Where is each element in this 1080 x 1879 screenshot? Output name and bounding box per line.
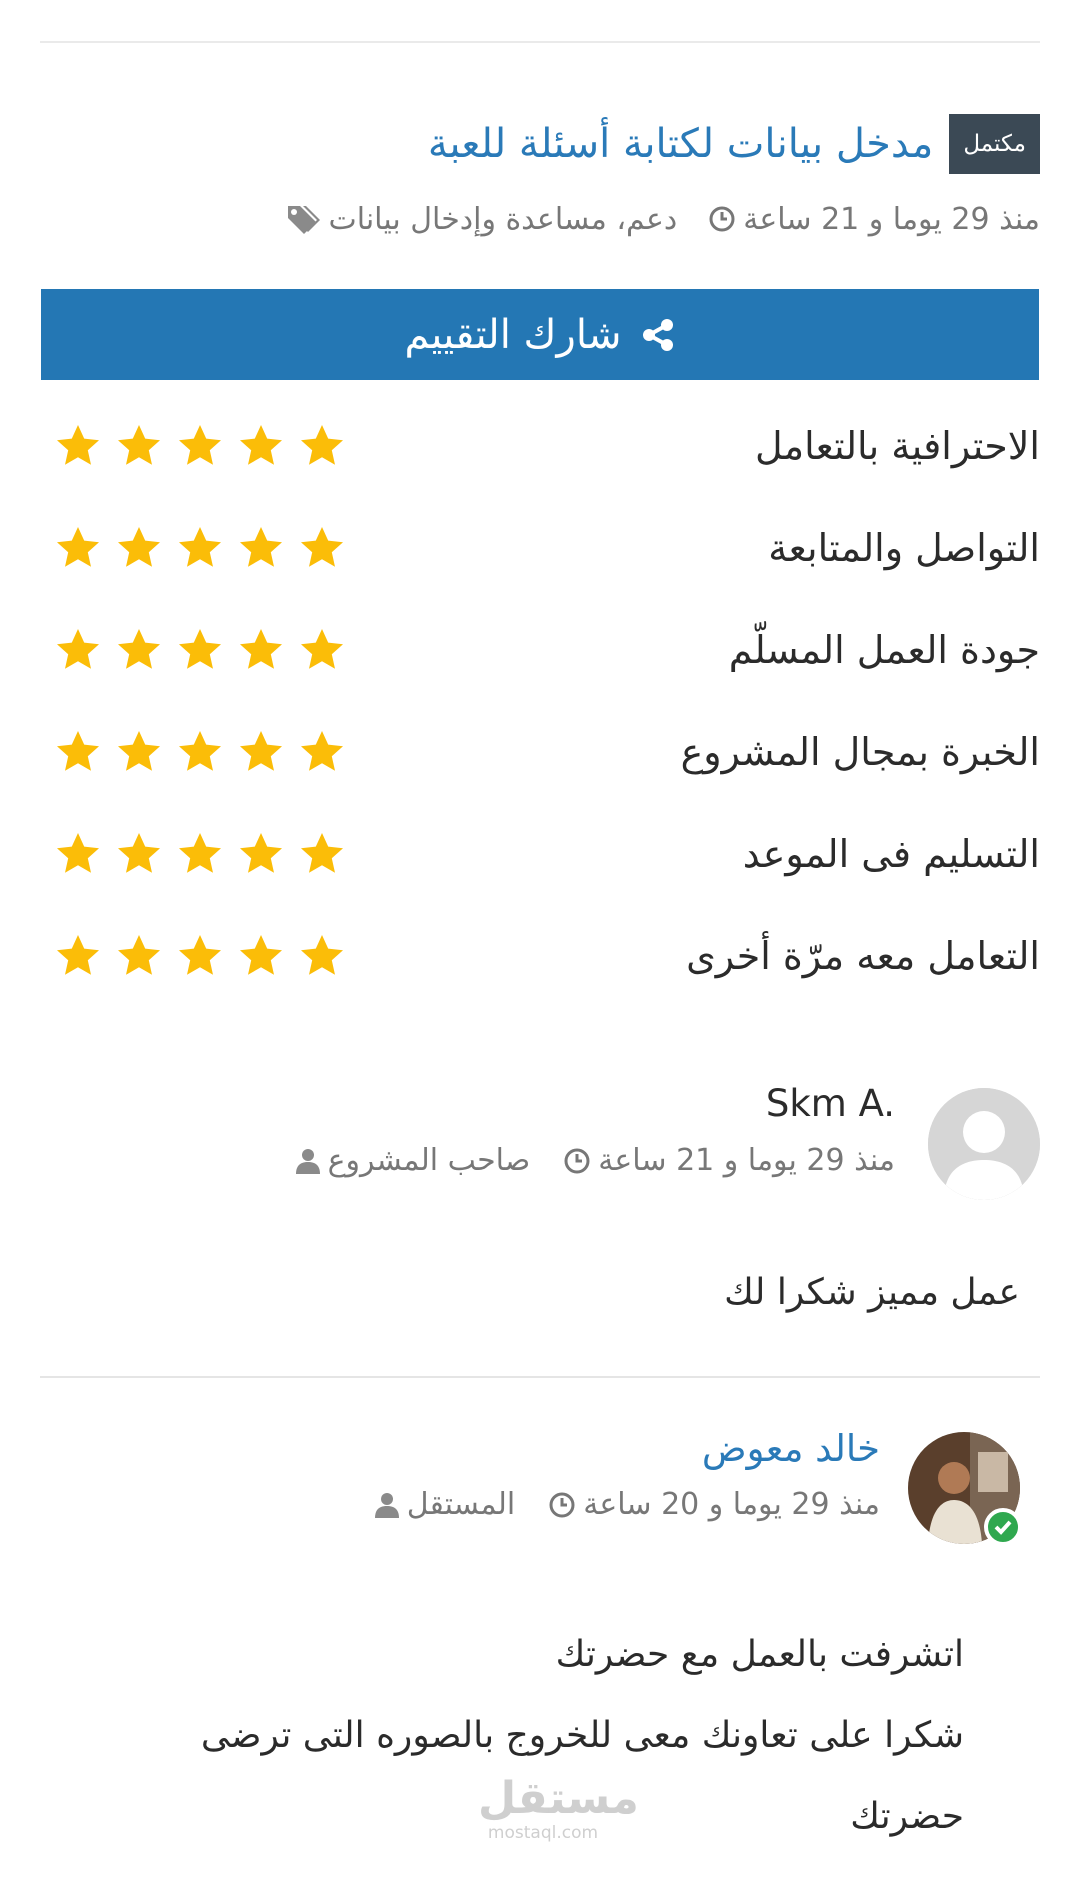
star-icon [179, 527, 221, 567]
rating-row: التعامل معه مرّة أخرى [40, 916, 1040, 996]
role-text: المستقل [406, 1487, 516, 1522]
star-icon [118, 629, 160, 669]
share-label: شارك التقييم [404, 311, 622, 358]
avatar[interactable] [908, 1432, 1022, 1546]
star-icon [301, 731, 343, 771]
rating-row: التواصل والمتابعة [40, 508, 1040, 588]
time-text: منذ 29 يوما و 20 ساعة [583, 1487, 880, 1522]
star-icon [179, 935, 221, 975]
watermark-arabic: مستقل [478, 1773, 639, 1824]
star-icon [57, 935, 99, 975]
comment-line: شكرا على تعاونك معى للخروج بالصوره التى … [200, 1715, 964, 1756]
time-text: منذ 29 يوما و 21 ساعة [598, 1143, 895, 1178]
star-rating [40, 422, 346, 470]
star-icon [301, 425, 343, 465]
star-icon [118, 731, 160, 771]
user-icon [295, 1148, 320, 1174]
watermark-latin: mostaql.com [487, 1823, 599, 1843]
star-icon [57, 425, 99, 465]
commenter-role: المستقل [374, 1487, 516, 1522]
rating-label: التواصل والمتابعة [768, 526, 1040, 570]
star-rating [40, 728, 346, 776]
rating-row: الاحترافية بالتعامل [40, 406, 1040, 486]
clock-icon [709, 206, 735, 232]
comment-meta: صاحب المشروع منذ 29 يوما و 21 ساعة [295, 1143, 895, 1178]
star-icon [301, 527, 343, 567]
star-rating [40, 524, 346, 572]
comment-time: منذ 29 يوما و 21 ساعة [564, 1143, 895, 1178]
share-rating-button[interactable]: شارك التقييم [41, 289, 1039, 380]
commenter-role: صاحب المشروع [295, 1143, 531, 1178]
comment-body: عمل مميز شكرا لك [724, 1272, 1020, 1313]
rating-label: الاحترافية بالتعامل [754, 424, 1040, 468]
star-icon [240, 833, 282, 873]
avatar[interactable] [928, 1088, 1040, 1200]
rating-row: الخبرة بمجال المشروع [40, 712, 1040, 792]
project-title-link[interactable]: مدخل بيانات لكتابة أسئلة للعبة [428, 121, 933, 167]
star-icon [301, 935, 343, 975]
star-rating [40, 626, 346, 674]
clock-icon [549, 1492, 575, 1517]
star-icon [118, 425, 160, 465]
comment-divider [40, 1376, 1040, 1378]
role-text: صاحب المشروع [327, 1143, 531, 1178]
star-icon [57, 731, 99, 771]
project-time: منذ 29 يوما و 21 ساعة [709, 202, 1040, 237]
categories-text[interactable]: دعم، مساعدة وإدخال بيانات [328, 202, 677, 237]
rating-row: التسليم فى الموعد [40, 814, 1040, 894]
star-icon [301, 833, 343, 873]
star-icon [240, 935, 282, 975]
rating-label: التسليم فى الموعد [742, 832, 1040, 876]
star-icon [57, 527, 99, 567]
commenter-name[interactable]: Skm A. [766, 1082, 895, 1125]
rating-label: جودة العمل المسلّم [728, 628, 1040, 672]
star-icon [179, 833, 221, 873]
default-avatar-icon [928, 1088, 1040, 1200]
commenter-name[interactable]: خالد معوض [702, 1427, 880, 1470]
project-categories: دعم، مساعدة وإدخال بيانات [286, 202, 677, 237]
star-icon [240, 527, 282, 567]
published-time: منذ 29 يوما و 21 ساعة [743, 201, 1040, 237]
comment-meta: المستقل منذ 29 يوما و 20 ساعة [374, 1487, 880, 1522]
star-icon [118, 833, 160, 873]
star-rating [40, 830, 346, 878]
rating-label: الخبرة بمجال المشروع [680, 730, 1040, 774]
star-icon [179, 731, 221, 771]
comment-line: اتشرفت بالعمل مع حضرتك [555, 1634, 964, 1675]
star-icon [118, 935, 160, 975]
rating-label: التعامل معه مرّة أخرى [686, 934, 1040, 978]
top-divider [40, 41, 1040, 43]
comment-time: منذ 29 يوما و 20 ساعة [549, 1487, 880, 1522]
clock-icon [564, 1148, 590, 1173]
star-icon [240, 425, 282, 465]
star-icon [57, 833, 99, 873]
share-icon [642, 318, 673, 351]
star-icon [179, 629, 221, 669]
star-icon [57, 629, 99, 669]
verified-badge-icon [984, 1508, 1022, 1546]
user-icon [374, 1492, 399, 1518]
status-badge: مكتمل [949, 114, 1040, 174]
star-icon [179, 425, 221, 465]
star-icon [240, 629, 282, 669]
project-header: مكتمل مدخل بيانات لكتابة أسئلة للعبة [428, 113, 1040, 175]
star-icon [301, 629, 343, 669]
comment-line: عمل مميز شكرا لك [724, 1272, 1020, 1313]
star-icon [118, 527, 160, 567]
star-rating [40, 932, 346, 980]
star-icon [240, 731, 282, 771]
rating-row: جودة العمل المسلّم [40, 610, 1040, 690]
project-meta: دعم، مساعدة وإدخال بيانات منذ 29 يوما و … [286, 196, 1040, 242]
tags-icon [288, 206, 321, 234]
mostaql-watermark: مستقل mostaql.com [478, 1773, 639, 1844]
